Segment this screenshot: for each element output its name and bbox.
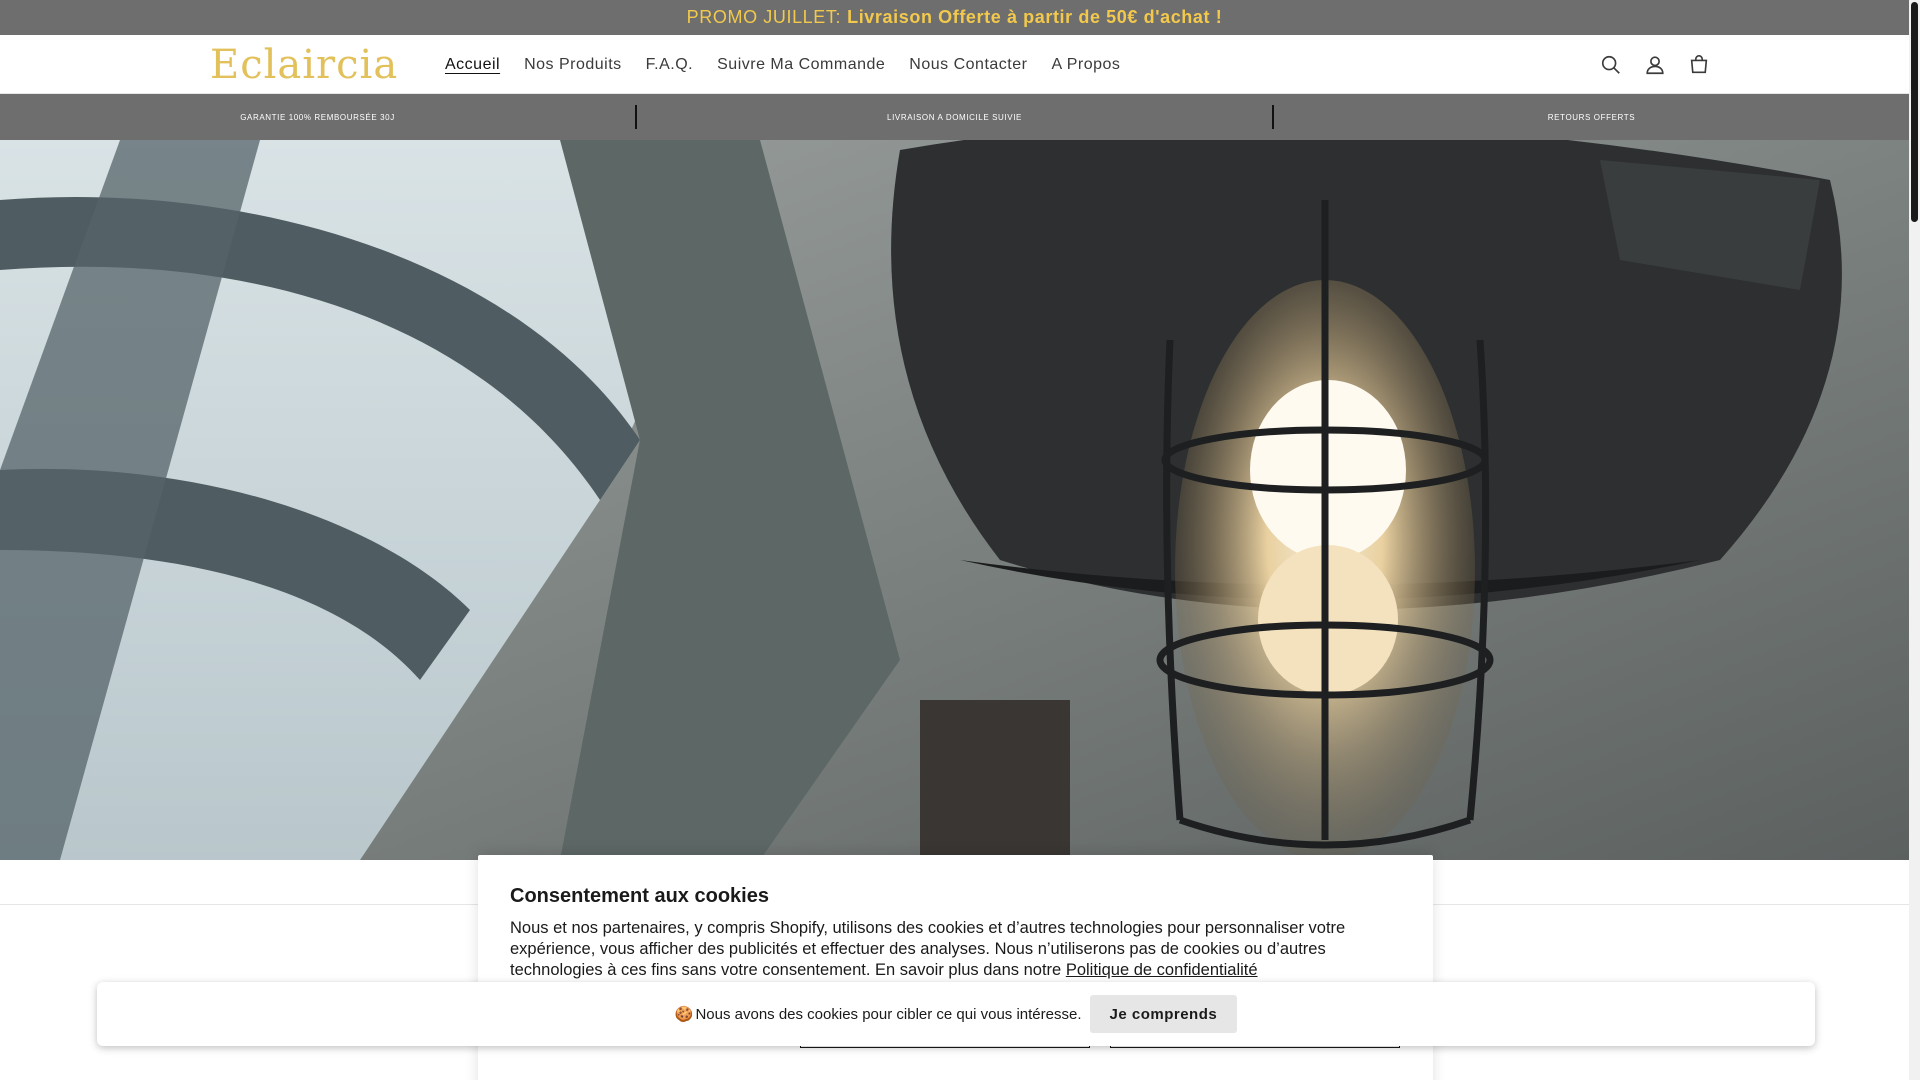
cookie-consent-title: Consentement aux cookies <box>510 885 769 907</box>
brand-logo[interactable]: Eclaircia <box>210 43 398 87</box>
usp-item-guarantee: GARANTIE 100% REMBOURSÉE 30J <box>240 112 395 122</box>
nav-item-suivre-commande[interactable]: Suivre Ma Commande <box>717 56 885 74</box>
promo-text: Livraison Offerte à partir de 50€ d'acha… <box>847 7 1223 27</box>
nav-item-nous-contacter[interactable]: Nous Contacter <box>909 56 1027 74</box>
cart-button[interactable] <box>1677 43 1721 87</box>
usp-item-returns: RETOURS OFFERTS <box>1547 112 1636 122</box>
page: PROMO JUILLET: Livraison Offerte à parti… <box>0 0 1920 1080</box>
account-icon <box>1646 55 1664 74</box>
hero-image <box>0 140 1909 860</box>
accept-cookies-button[interactable]: Je comprends <box>1089 995 1238 1033</box>
site-header: Eclaircia Accueil Nos Produits F.A.Q. Su… <box>0 35 1909 94</box>
nav-item-accueil[interactable]: Accueil <box>445 56 500 74</box>
promo-prefix: PROMO JUILLET: <box>686 7 842 27</box>
hero-lamp-illustration <box>0 140 1909 860</box>
nav-item-faq[interactable]: F.A.Q. <box>646 56 693 74</box>
search-icon <box>1601 55 1620 74</box>
usp-strip: GARANTIE 100% REMBOURSÉE 30J LIVRAISON A… <box>0 94 1909 140</box>
privacy-policy-link[interactable]: Politique de confidentialité <box>1066 961 1258 979</box>
cookie-notice-text: 🍪 Nous avons des cookies pour cibler ce q… <box>675 1005 1082 1023</box>
nav-item-a-propos[interactable]: A Propos <box>1051 56 1120 74</box>
cookie-notice-bar: 🍪 Nous avons des cookies pour cibler ce q… <box>97 982 1815 1046</box>
nav-item-nos-produits[interactable]: Nos Produits <box>524 56 622 74</box>
cart-icon <box>1690 54 1708 73</box>
cookie-consent-text: Nous et nos partenaires, y compris Shopi… <box>510 918 1401 981</box>
cookie-icon: 🍪 <box>674 1006 694 1023</box>
account-button[interactable] <box>1633 43 1677 87</box>
announcement-bar: PROMO JUILLET: Livraison Offerte à parti… <box>0 0 1909 35</box>
usp-item-delivery: LIVRAISON A DOMICILE SUIVIE <box>887 112 1022 122</box>
search-button[interactable] <box>1589 43 1633 87</box>
scrollbar-thumb[interactable] <box>1911 2 1918 222</box>
main-nav: Accueil Nos Produits F.A.Q. Suivre Ma Co… <box>445 35 1144 94</box>
header-icons <box>1589 35 1721 94</box>
cookie-notice-message: Nous avons des cookies pour cibler ce qu… <box>695 1006 1082 1023</box>
